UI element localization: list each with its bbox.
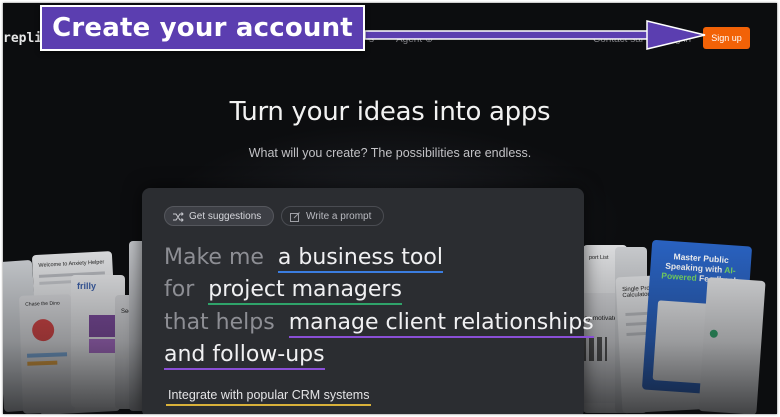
prompt-highlight-project-managers[interactable]: project managers <box>208 277 402 305</box>
prompt-highlight-follow-ups[interactable]: and follow-ups <box>164 342 325 370</box>
edit-icon <box>290 212 300 222</box>
prompt-highlight-business-tool[interactable]: a business tool <box>277 245 443 273</box>
prompt-line-2: for project managers <box>164 277 402 305</box>
arrow-icon <box>365 20 706 50</box>
preview-bar <box>26 352 68 358</box>
prompt-prefix: for <box>164 277 195 302</box>
prompt-prefix: that helps <box>164 310 275 335</box>
app-frame: repli s Agent ⊕ Contact sal g in Sign up… <box>3 3 777 414</box>
preview-card-dino: Chase the Dino <box>18 294 76 414</box>
prompt-line-1: Make me a business tool <box>164 245 443 273</box>
prompt-prefix: Make me <box>164 245 264 270</box>
prompt-line-4: and follow-ups <box>164 342 325 370</box>
get-suggestions-tab[interactable]: Get suggestions <box>164 206 274 226</box>
preview-grid <box>581 337 607 361</box>
preview-bar <box>27 360 58 366</box>
preview-card-right-edge <box>698 277 766 414</box>
preview-dot <box>709 329 719 338</box>
preview-card-title: Chase the Dino <box>25 300 60 308</box>
preview-card-title: Welcome to Anxiety Helper <box>38 259 105 269</box>
integration-suggestion[interactable]: Integrate with popular CRM systems <box>166 388 372 406</box>
preview-image <box>89 315 115 337</box>
hero-subtitle: What will you create? The possibilities … <box>248 146 532 160</box>
sign-up-button[interactable]: Sign up <box>703 27 750 49</box>
prompt-highlight-manage-client-relationships[interactable]: manage client relationships <box>288 310 594 338</box>
replit-logo[interactable]: repli <box>3 31 42 46</box>
create-account-callout: Create your account <box>40 5 365 51</box>
preview-card-title: frilly <box>77 281 97 291</box>
get-suggestions-label: Get suggestions <box>189 211 262 222</box>
prompt-line-3: that helps manage client relationships <box>164 310 594 338</box>
write-a-prompt-label: Write a prompt <box>306 211 372 222</box>
preview-image <box>89 339 115 353</box>
prompt-panel: Get suggestions Write a prompt Make me a… <box>142 188 594 414</box>
write-a-prompt-tab[interactable]: Write a prompt <box>281 206 384 226</box>
shuffle-icon <box>173 212 184 222</box>
hero-title: Turn your ideas into apps <box>229 97 551 127</box>
strawberry-icon <box>31 318 55 342</box>
